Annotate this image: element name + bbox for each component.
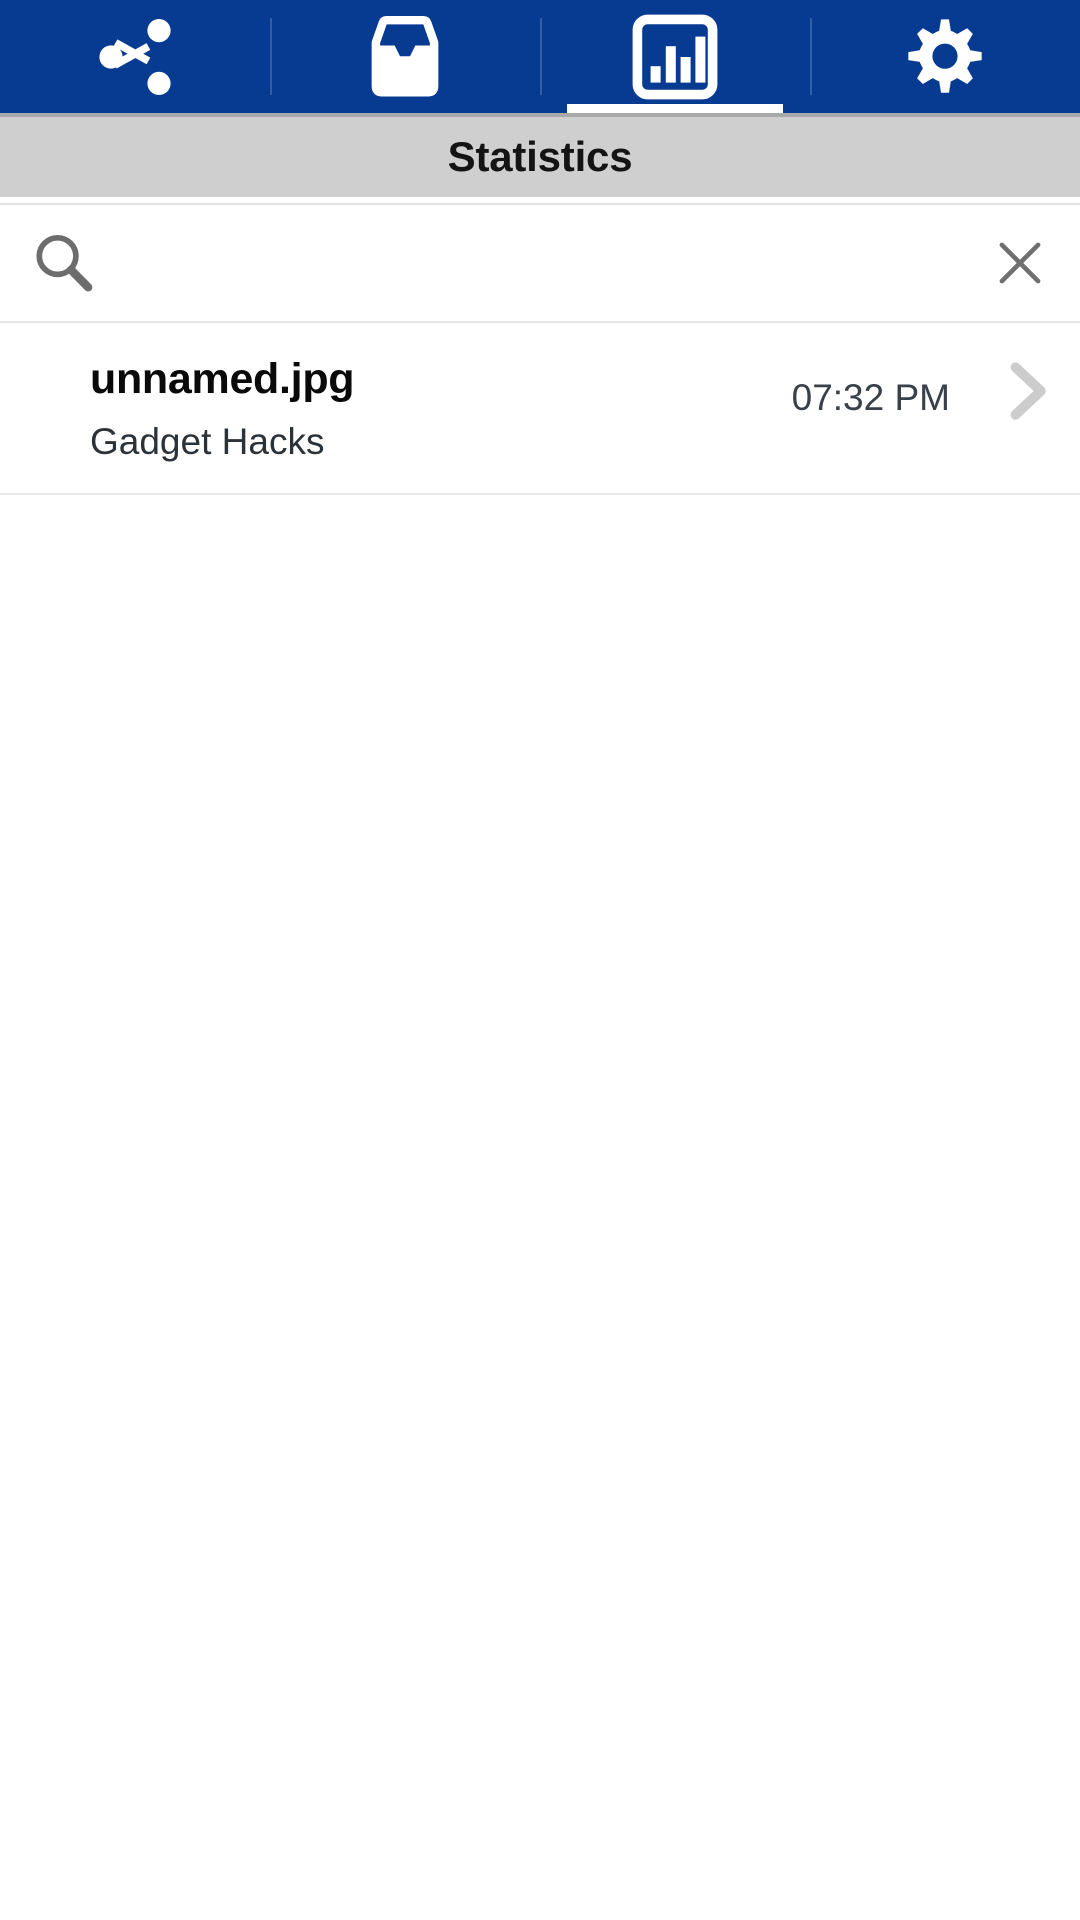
search-input[interactable] (126, 205, 960, 321)
active-tab-indicator (567, 104, 783, 113)
close-icon[interactable] (960, 234, 1080, 292)
tab-share[interactable] (0, 0, 270, 113)
search-bar[interactable] (0, 203, 1080, 323)
chevron-right-icon[interactable] (970, 353, 1080, 429)
list-item-text: unnamed.jpg Gadget Hacks (0, 355, 792, 462)
statistics-list: unnamed.jpg Gadget Hacks 07:32 PM (0, 325, 1080, 495)
bar-chart-icon (627, 9, 723, 105)
list-item[interactable]: unnamed.jpg Gadget Hacks 07:32 PM (0, 325, 1080, 495)
page-title: Statistics (447, 133, 633, 180)
tab-inbox[interactable] (270, 0, 540, 113)
page-title-bar: Statistics (0, 117, 1080, 197)
share-icon (87, 9, 183, 105)
list-item-title: unnamed.jpg (90, 355, 355, 403)
list-item-subtitle: Gadget Hacks (90, 421, 325, 462)
search-icon[interactable] (0, 227, 126, 299)
tab-settings[interactable] (810, 0, 1080, 113)
app-root: Statistics unnamed.jpg Gadget Hacks 07:3… (0, 0, 1080, 1920)
inbox-tray-icon (359, 11, 451, 103)
tab-statistics[interactable] (540, 0, 810, 113)
empty-content-area (0, 497, 1080, 1920)
top-tab-bar (0, 0, 1080, 113)
list-item-time: 07:32 PM (791, 377, 950, 418)
gear-icon (897, 9, 993, 105)
